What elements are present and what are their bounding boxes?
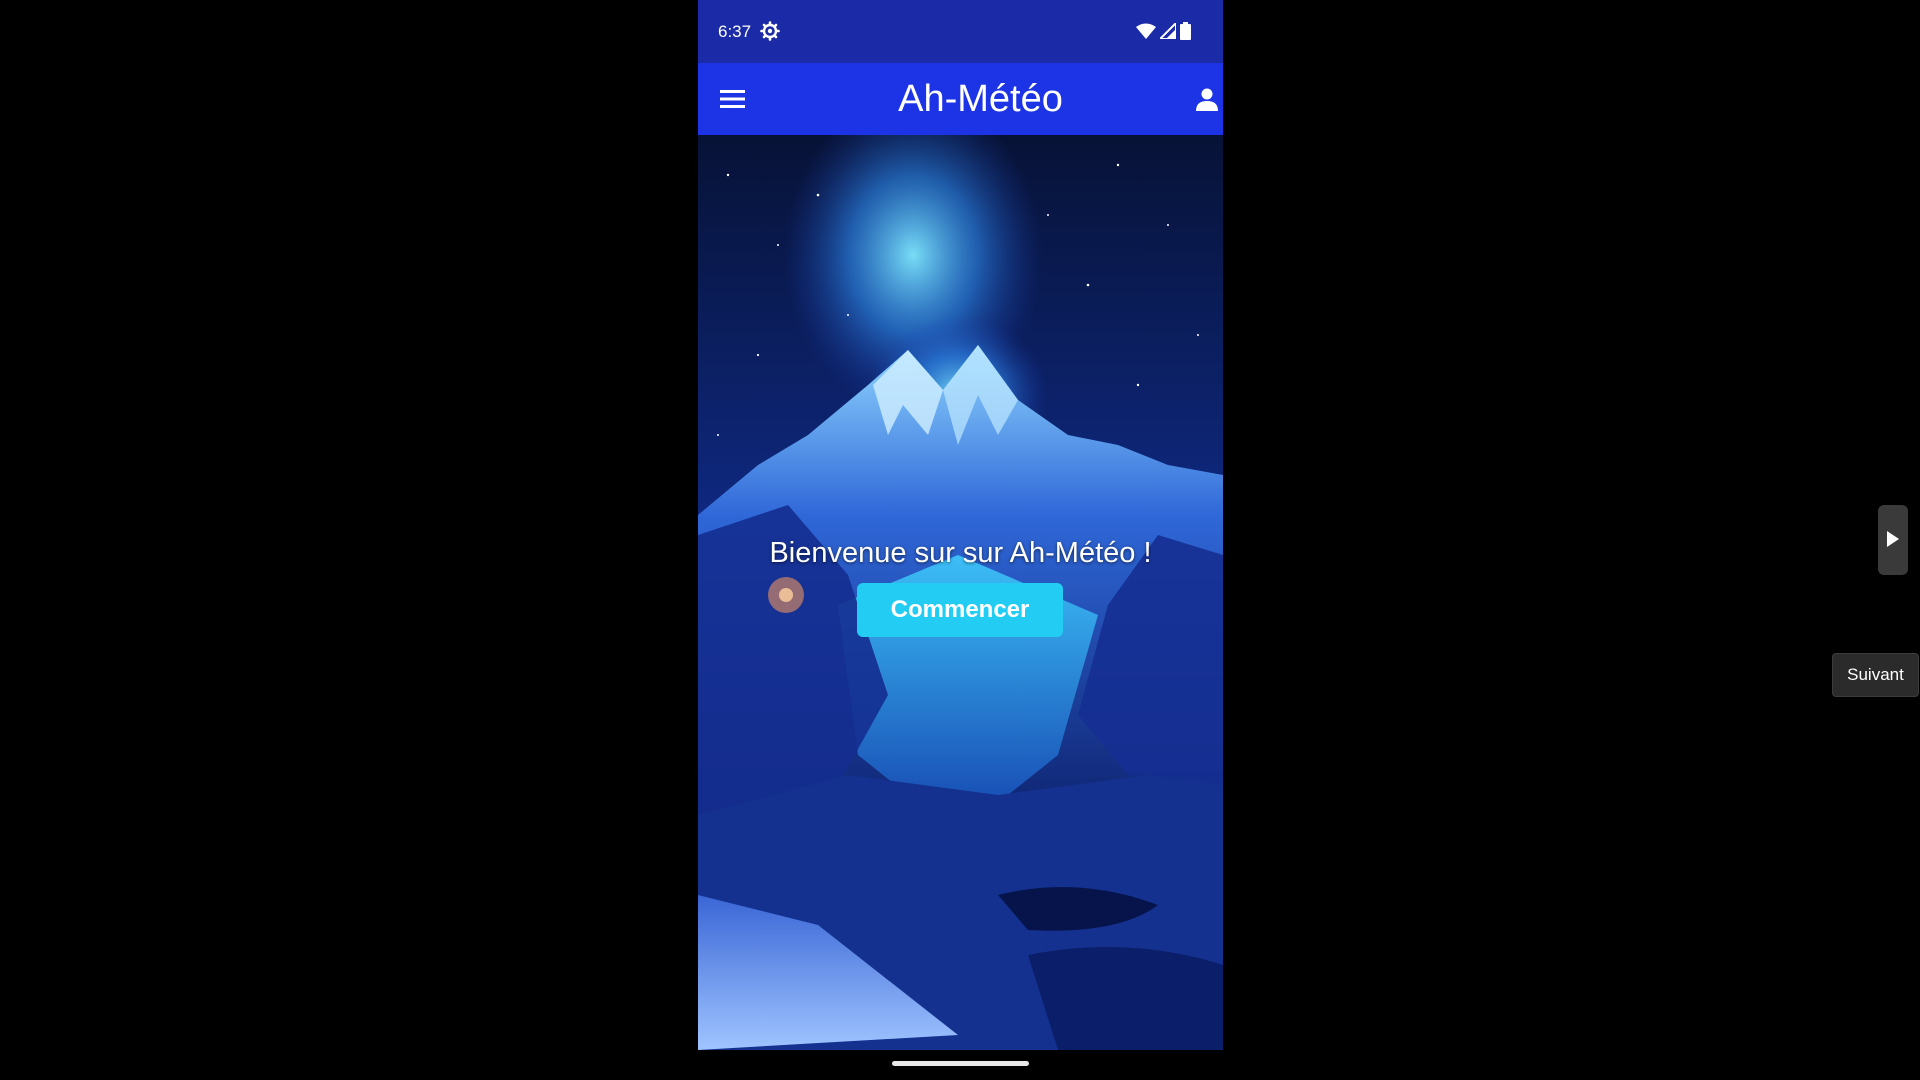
start-button[interactable]: Commencer (857, 583, 1063, 637)
hamburger-menu-icon[interactable] (720, 88, 745, 110)
user-icon[interactable] (1195, 87, 1219, 111)
welcome-text: Bienvenue sur sur Ah-Météo ! (769, 537, 1152, 569)
wifi-icon (1136, 23, 1156, 39)
status-time: 6:37 (718, 22, 752, 41)
cell-signal-icon (1160, 23, 1176, 39)
gear-icon (760, 21, 780, 41)
phone-screen: 6:37 Ah-Météo Bienvenue sur sur Ah-Météo… (698, 0, 1223, 1050)
next-tooltip: Suivant (1832, 653, 1919, 697)
side-panel-handle[interactable] (1878, 505, 1908, 575)
app-title: Ah-Météo (898, 78, 1063, 120)
status-icons (1136, 21, 1191, 41)
app-bar: Ah-Météo (698, 63, 1223, 135)
home-indicator[interactable] (892, 1061, 1029, 1066)
status-bar: 6:37 (698, 0, 1223, 63)
play-arrow-icon (1887, 531, 1899, 547)
desktop-background: 6:37 Ah-Météo Bienvenue sur sur Ah-Météo… (0, 0, 1920, 1080)
welcome-hero: Bienvenue sur sur Ah-Météo ! Commencer (698, 135, 1223, 1050)
battery-icon (1180, 22, 1191, 40)
